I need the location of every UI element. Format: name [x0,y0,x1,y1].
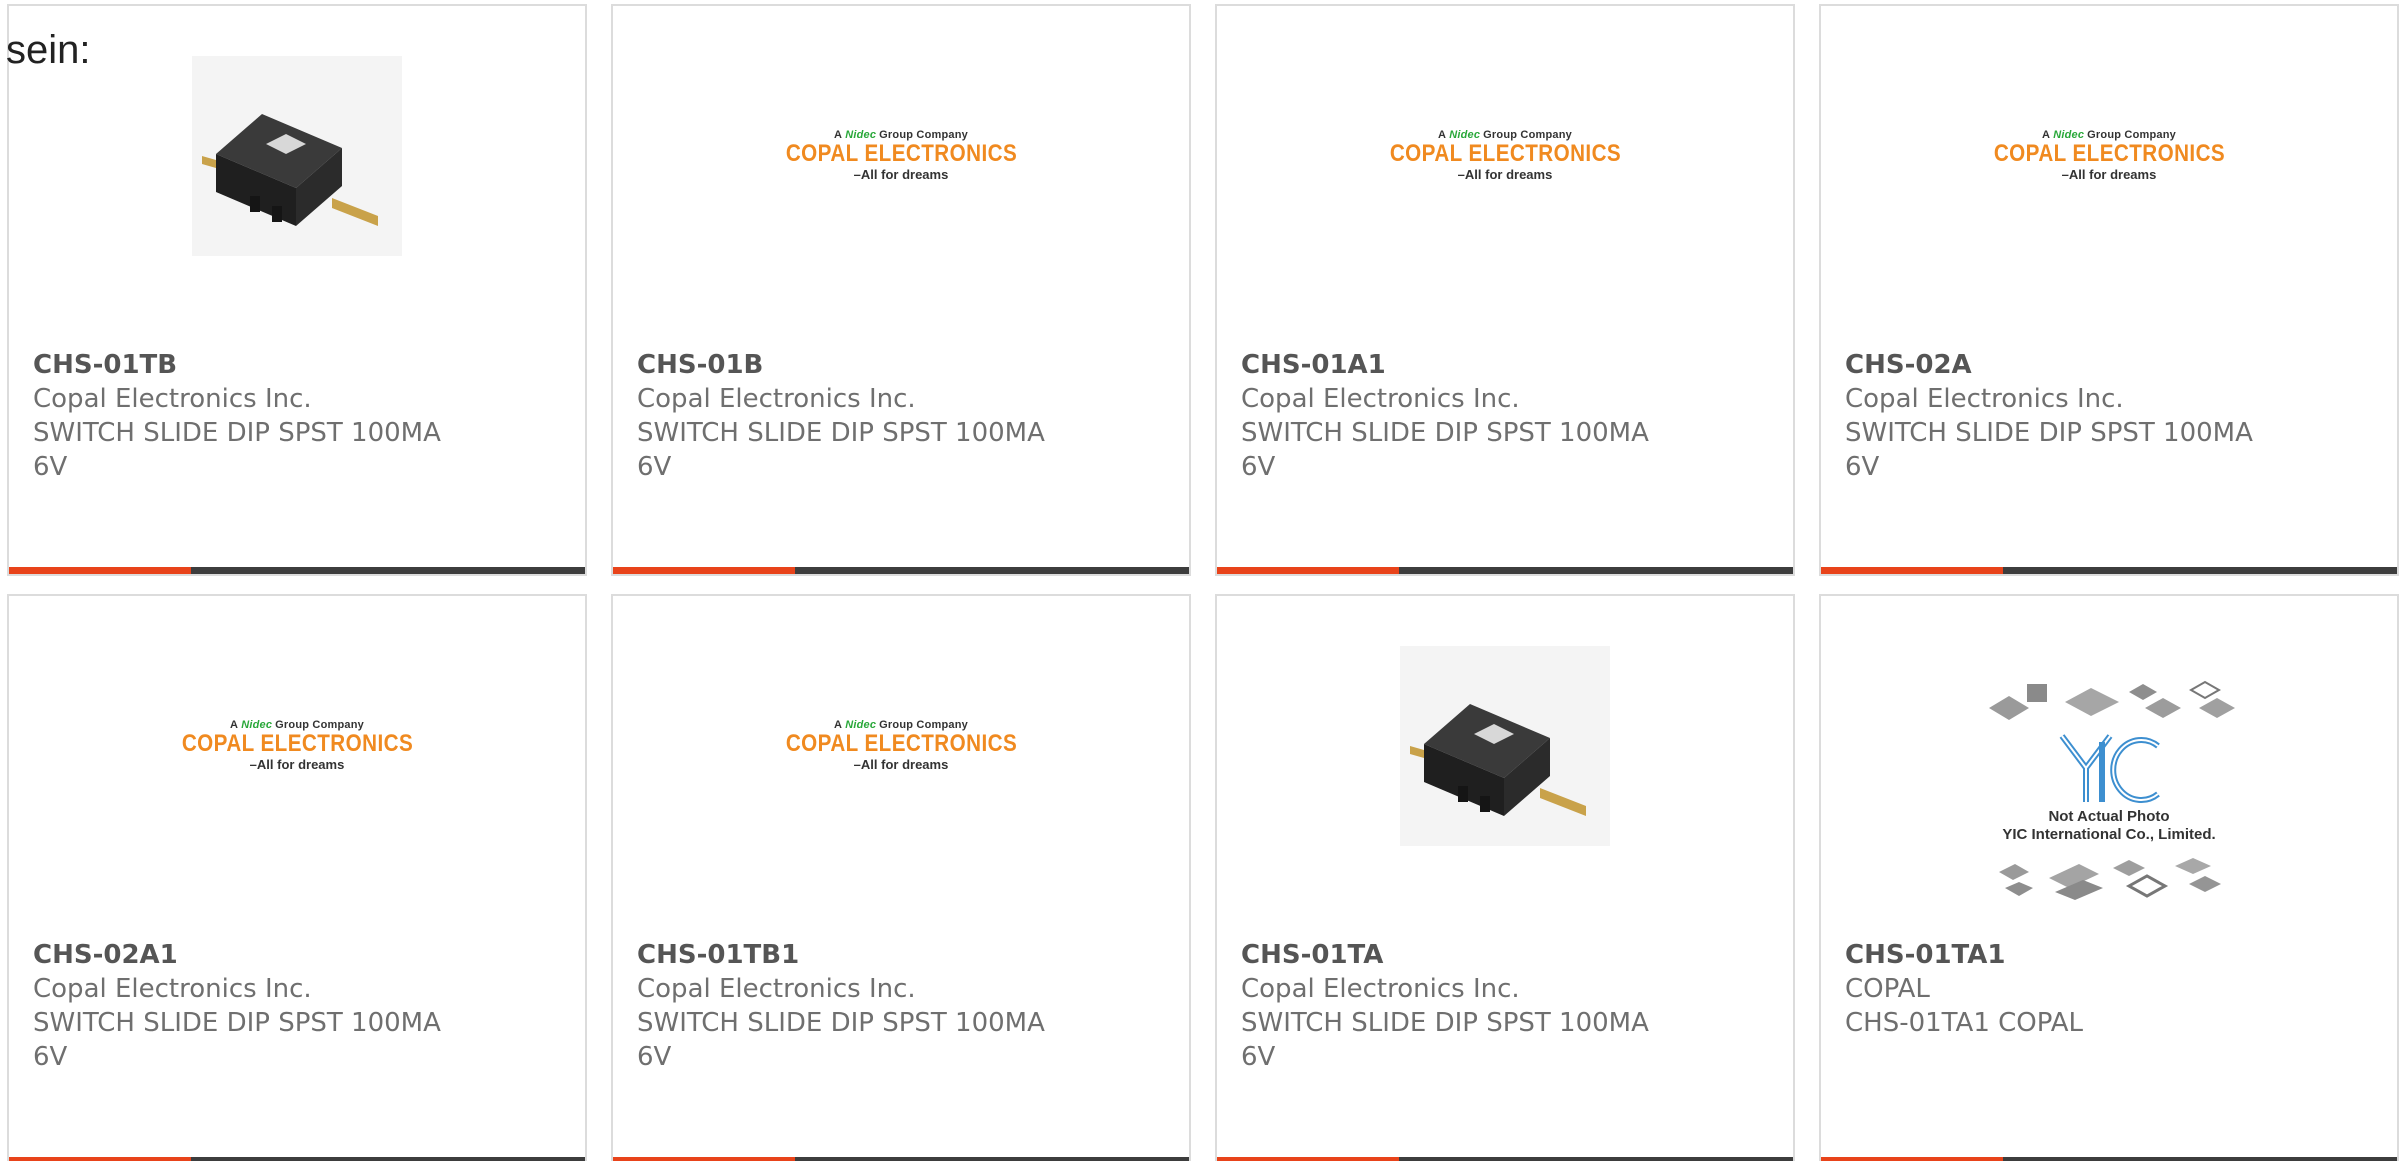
part-number[interactable]: CHS-01TA [1241,938,1769,972]
logo-tagline: –All for dreams [249,757,345,772]
card-bar [1821,1157,2397,1161]
card-bar-accent [1217,567,1399,574]
logo-tagline: –All for dreams [853,167,949,182]
manufacturer: Copal Electronics Inc. [637,384,916,414]
product-grid: CHS-01TB Copal Electronics Inc. SWITCH S… [7,4,2399,1161]
logo-tagline: –All for dreams [853,757,949,772]
card-bar [613,1157,1189,1161]
logo-main: COPAL ELECTRONICS [785,140,1017,167]
logo-main: COPAL ELECTRONICS [1389,140,1621,167]
product-card[interactable]: A Nidec Group Company COPAL ELECTRONICS –All… [611,4,1191,576]
card-bar-accent [1217,1157,1399,1161]
product-card[interactable]: A Nidec Group Company COPAL ELECTRONICS –All… [7,594,587,1161]
description: SWITCH SLIDE DIP SPST 100MA 6V [33,418,441,482]
description: SWITCH SLIDE DIP SPST 100MA 6V [637,418,1045,482]
manufacturer: Copal Electronics Inc. [1845,384,2124,414]
product-card[interactable]: A Nidec Group Company COPAL ELECTRONICS –All… [1819,4,2399,576]
chip-cluster-icon [1989,680,2235,720]
product-info: CHS-01B Copal Electronics Inc. SWITCH SL… [637,348,1165,484]
description: SWITCH SLIDE DIP SPST 100MA 6V [1241,418,1649,482]
card-bar-accent [1821,1157,2003,1161]
page: sein: CHS-01TB Copal Electronics Inc. SW… [0,0,2400,1161]
product-card[interactable]: CHS-01TB Copal Electronics Inc. SWITCH S… [7,4,587,576]
product-image[interactable]: A Nidec Group Company COPAL ELECTRONICS –All… [613,46,1189,266]
manufacturer: Copal Electronics Inc. [1241,974,1520,1004]
card-bar-accent [613,567,795,574]
product-image[interactable]: A Nidec Group Company COPAL ELECTRONICS –All… [1821,46,2397,266]
logo-tagline: –All for dreams [2061,167,2157,182]
placeholder-company: YIC International Co., Limited. [2002,825,2216,843]
product-info: CHS-02A1 Copal Electronics Inc. SWITCH S… [33,938,561,1074]
copal-logo: A Nidec Group Company COPAL ELECTRONICS –All… [163,719,432,773]
card-bar [1217,1157,1793,1161]
manufacturer: Copal Electronics Inc. [637,974,916,1004]
card-bar [1217,567,1793,574]
yic-placeholder: Not Actual Photo YIC International Co., L… [1979,678,2239,907]
manufacturer: COPAL [1845,974,1930,1004]
product-card[interactable]: A Nidec Group Company COPAL ELECTRONICS –All… [611,594,1191,1161]
switch-photo-icon [192,56,402,256]
manufacturer: Copal Electronics Inc. [33,384,312,414]
product-card[interactable]: Not Actual Photo YIC International Co., L… [1819,594,2399,1161]
card-bar [9,567,585,574]
manufacturer: Copal Electronics Inc. [33,974,312,1004]
product-card[interactable]: A Nidec Group Company COPAL ELECTRONICS –All… [1215,4,1795,576]
yic-logo-icon [2059,733,2160,803]
description: SWITCH SLIDE DIP SPST 100MA 6V [1845,418,2253,482]
placeholder-caption: Not Actual Photo [2048,807,2170,825]
product-image[interactable]: Not Actual Photo YIC International Co., L… [1821,664,2397,920]
part-number[interactable]: CHS-01A1 [1241,348,1769,382]
logo-main: COPAL ELECTRONICS [1993,140,2225,167]
card-bar [613,567,1189,574]
product-info: CHS-01TA Copal Electronics Inc. SWITCH S… [1241,938,1769,1074]
product-info: CHS-01TA1 COPAL CHS-01TA1 COPAL [1845,938,2373,1040]
manufacturer: Copal Electronics Inc. [1241,384,1520,414]
part-number[interactable]: CHS-01TB [33,348,561,382]
card-bar-accent [1821,567,2003,574]
product-info: CHS-01A1 Copal Electronics Inc. SWITCH S… [1241,348,1769,484]
product-info: CHS-01TB1 Copal Electronics Inc. SWITCH … [637,938,1165,1074]
product-info: CHS-01TB Copal Electronics Inc. SWITCH S… [33,348,561,484]
part-number[interactable]: CHS-02A1 [33,938,561,972]
intro-text: sein: [6,28,91,72]
logo-tagline: –All for dreams [1457,167,1553,182]
card-bar-accent [9,1157,191,1161]
product-image[interactable]: A Nidec Group Company COPAL ELECTRONICS –All… [613,636,1189,856]
copal-logo: A Nidec Group Company COPAL ELECTRONICS –All… [1975,129,2244,183]
part-number[interactable]: CHS-01TB1 [637,938,1165,972]
card-bar-accent [9,567,191,574]
product-info: CHS-02A Copal Electronics Inc. SWITCH SL… [1845,348,2373,484]
logo-main: COPAL ELECTRONICS [181,730,413,757]
product-image[interactable] [9,46,585,266]
part-number[interactable]: CHS-01TA1 [1845,938,2373,972]
copal-logo: A Nidec Group Company COPAL ELECTRONICS –All… [767,129,1036,183]
card-bar [1821,567,2397,574]
description: SWITCH SLIDE DIP SPST 100MA 6V [33,1008,441,1072]
chip-cluster-icon [1999,857,2221,900]
copal-logo: A Nidec Group Company COPAL ELECTRONICS –All… [767,719,1036,773]
part-number[interactable]: CHS-02A [1845,348,2373,382]
product-card[interactable]: CHS-01TA Copal Electronics Inc. SWITCH S… [1215,594,1795,1161]
product-image[interactable] [1217,636,1793,856]
part-number[interactable]: CHS-01B [637,348,1165,382]
card-bar [9,1157,585,1161]
description: SWITCH SLIDE DIP SPST 100MA 6V [637,1008,1045,1072]
product-image[interactable]: A Nidec Group Company COPAL ELECTRONICS –All… [9,636,585,856]
copal-logo: A Nidec Group Company COPAL ELECTRONICS –All… [1371,129,1640,183]
card-bar-accent [613,1157,795,1161]
logo-main: COPAL ELECTRONICS [785,730,1017,757]
switch-photo-icon [1400,646,1610,846]
description: SWITCH SLIDE DIP SPST 100MA 6V [1241,1008,1649,1072]
description: CHS-01TA1 COPAL [1845,1008,2084,1038]
product-image[interactable]: A Nidec Group Company COPAL ELECTRONICS –All… [1217,46,1793,266]
